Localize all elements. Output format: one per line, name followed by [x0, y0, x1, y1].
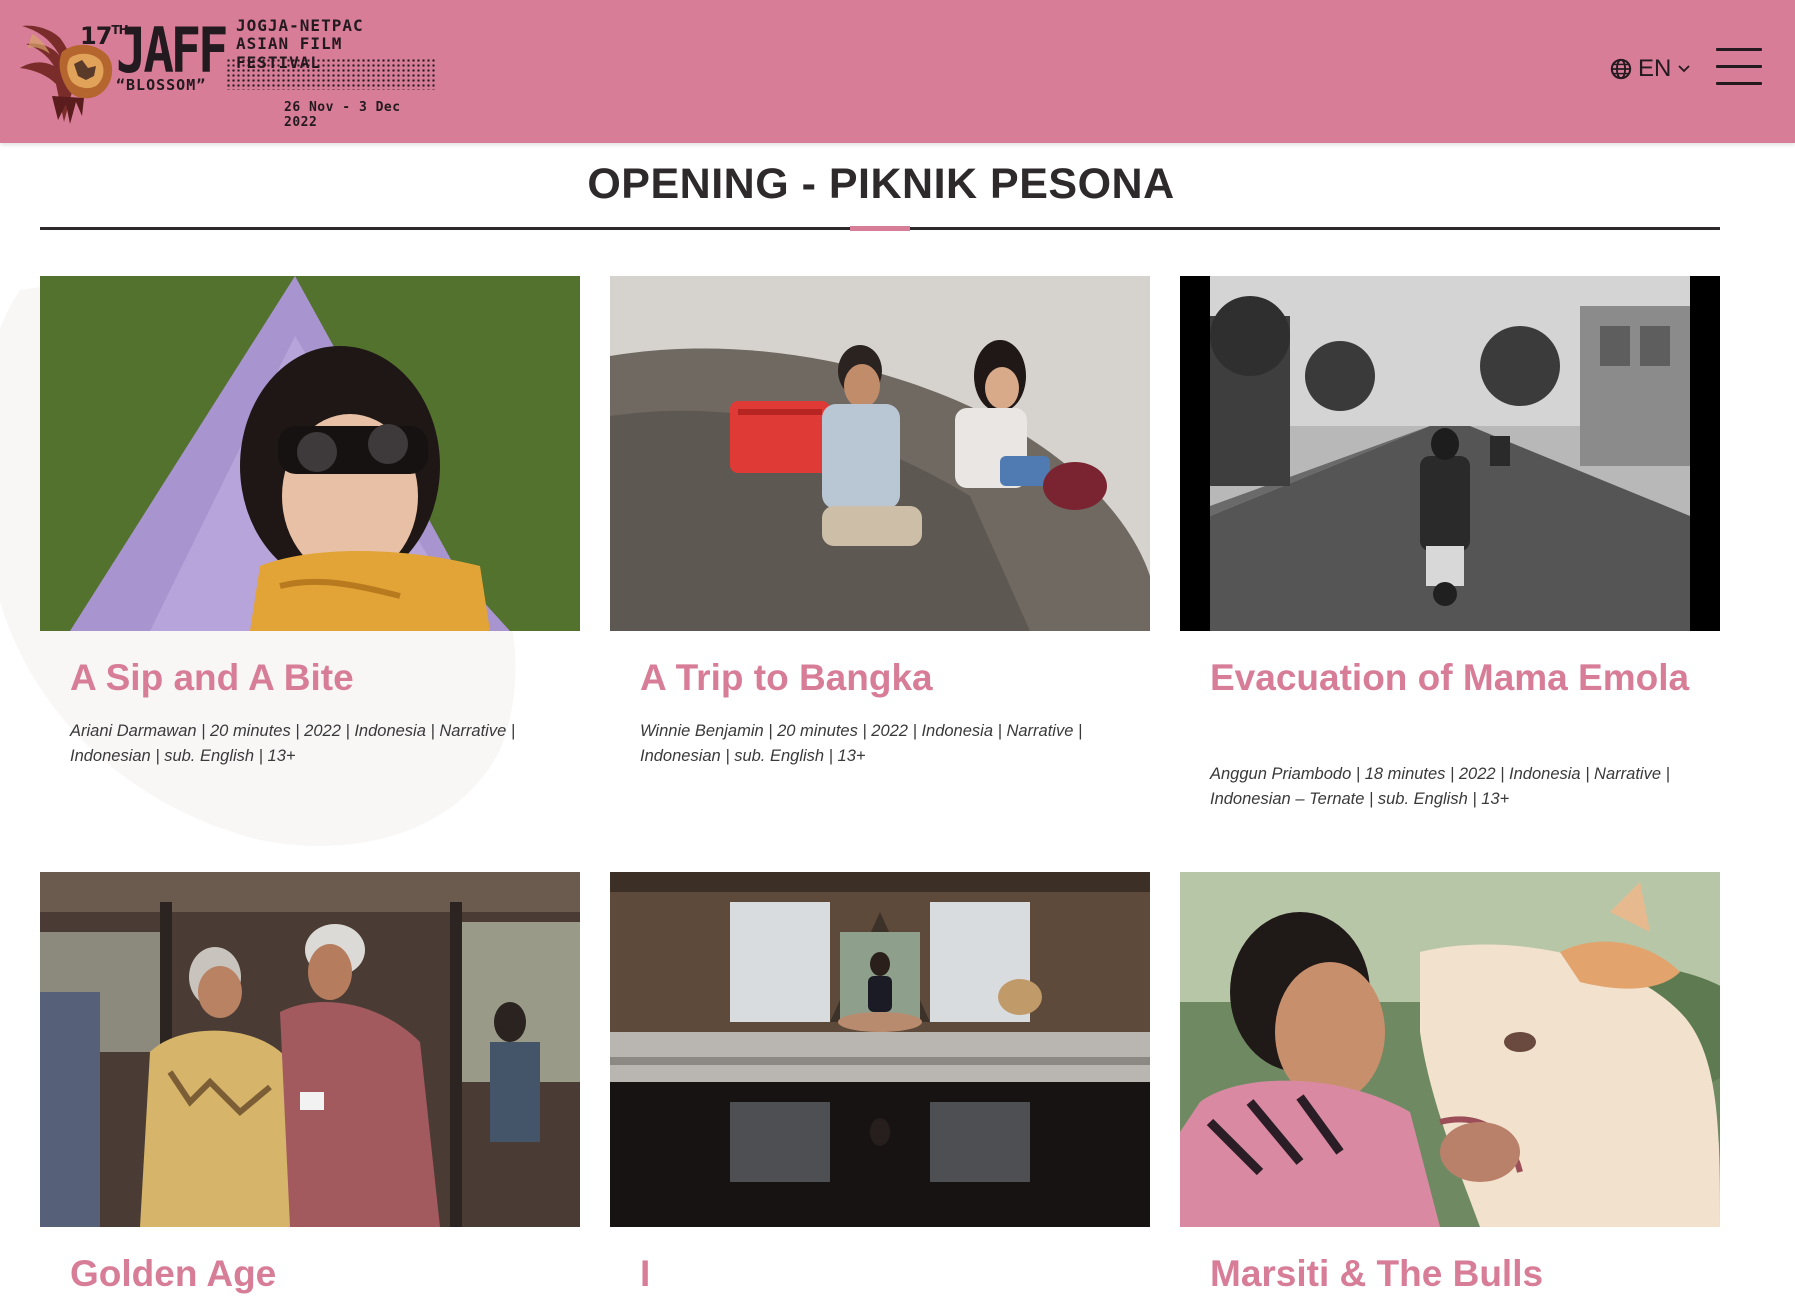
film-still-image: [40, 872, 580, 1227]
film-meta: Anggun Priambodo | 18 minutes | 2022 | I…: [1210, 762, 1680, 812]
film-thumbnail-golden-age[interactable]: [40, 872, 580, 1227]
film-meta: Winnie Benjamin | 20 minutes | 2022 | In…: [640, 719, 1110, 769]
film-thumbnail-a-sip-and-a-bite[interactable]: [40, 276, 580, 631]
film-title[interactable]: A Sip and A Bite: [70, 656, 550, 699]
logo-dates: 26 Nov - 3 Dec 2022: [284, 100, 401, 130]
film-meta-line2: Indonesian | sub. English | 13+: [70, 747, 296, 765]
film-meta-line2: Indonesian | sub. English | 13+: [640, 747, 866, 765]
film-meta-line1: Ariani Darmawan | 20 minutes | 2022 | In…: [70, 722, 516, 740]
logo-dot-pattern: [226, 58, 436, 90]
film-meta: Ariani Darmawan | 20 minutes | 2022 | In…: [70, 719, 540, 769]
film-title[interactable]: I: [640, 1252, 1120, 1295]
chevron-down-icon: [1678, 65, 1690, 73]
film-title[interactable]: Golden Age: [70, 1252, 550, 1295]
film-meta-line2: Indonesian – Ternate | sub. English | 13…: [1210, 790, 1510, 808]
film-still-image: [610, 276, 1150, 631]
film-title[interactable]: A Trip to Bangka: [640, 656, 1120, 699]
film-title[interactable]: Evacuation of Mama Emola: [1210, 656, 1690, 699]
hamburger-menu-icon[interactable]: [1716, 48, 1762, 86]
film-meta-line1: Winnie Benjamin | 20 minutes | 2022 | In…: [640, 722, 1083, 740]
film-still-image: [1180, 276, 1720, 631]
film-title[interactable]: Marsiti & The Bulls: [1210, 1252, 1690, 1295]
film-thumbnail-i[interactable]: [610, 872, 1150, 1227]
logo-line1: JOGJA-NETPAC: [236, 16, 364, 35]
film-meta-line1: Anggun Priambodo | 18 minutes | 2022 | I…: [1210, 765, 1670, 783]
globe-icon: [1610, 58, 1632, 80]
logo-theme: “BLOSSOM”: [116, 76, 207, 94]
language-label: EN: [1638, 55, 1672, 82]
film-thumbnail-marsiti-and-the-bulls[interactable]: [1180, 872, 1720, 1227]
film-still-image: [1180, 872, 1720, 1227]
page-title: OPENING - PIKNIK PESONA: [587, 160, 1175, 208]
language-selector[interactable]: EN: [1610, 54, 1691, 84]
film-thumbnail-a-trip-to-bangka[interactable]: [610, 276, 1150, 631]
site-header: 17TH JAFF JOGJA-NETPAC ASIAN FILM FESTIV…: [0, 0, 1795, 143]
film-still-image: [40, 276, 580, 631]
logo-name: JAFF: [116, 14, 229, 87]
jaff-logo[interactable]: 17TH JAFF JOGJA-NETPAC ASIAN FILM FESTIV…: [12, 12, 436, 130]
film-still-image: [610, 872, 1150, 1227]
film-thumbnail-evacuation-of-mama-emola[interactable]: [1180, 276, 1720, 631]
title-divider-accent: [850, 226, 910, 231]
